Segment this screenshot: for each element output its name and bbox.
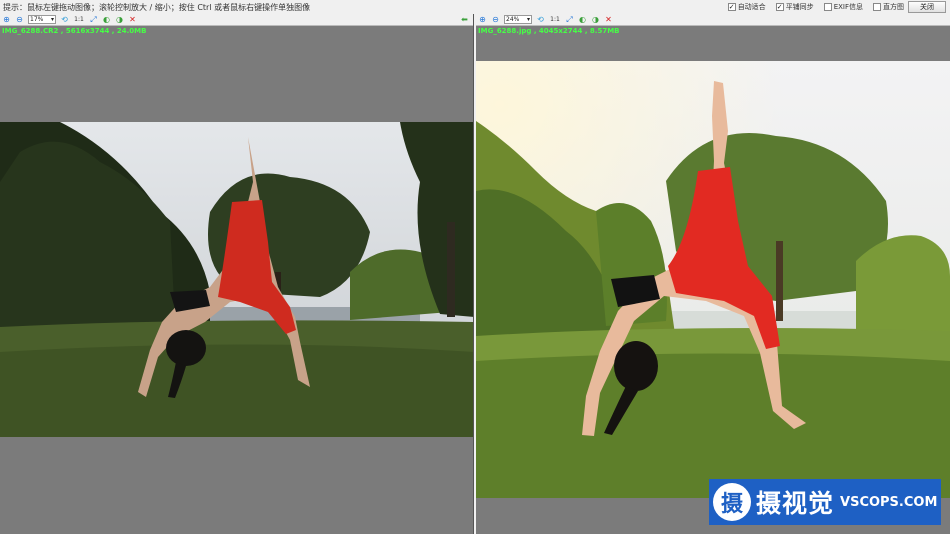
one-to-one-button[interactable]: 1:1 (73, 15, 85, 24)
watermark-name: 摄视觉 (756, 489, 835, 518)
watermark-site: VSCOPS.COM (840, 494, 938, 510)
right-toolbar: ⊕ ⊖ 24% ▾ ⟲ 1:1 ⤢ ◐ ◑ ✕ (476, 14, 950, 26)
chevron-down-icon: ▾ (50, 16, 54, 23)
fit-icon[interactable]: ⤢ (89, 15, 98, 24)
zoom-select[interactable]: 24% ▾ (504, 15, 532, 24)
prev-icon[interactable]: ◐ (578, 15, 587, 24)
rotate-icon[interactable]: ⟲ (60, 15, 69, 24)
hint-text: 提示：鼠标左键拖动图像；滚轮控制放大 / 缩小；按住 Ctrl 或者鼠标右键操作… (3, 2, 311, 12)
options-group: ✓ 自动适合 ✓ 平铺同步 EXIF信息 直方图 (727, 2, 904, 12)
checkbox-icon[interactable] (823, 3, 832, 11)
yoga-photo-edited (476, 61, 950, 498)
right-image-pane[interactable]: ⊕ ⊖ 24% ▾ ⟲ 1:1 ⤢ ◐ ◑ ✕ IMG_6288.jpg , 40… (476, 14, 950, 534)
left-toolbar: ⊕ ⊖ 17% ▾ ⟲ 1:1 ⤢ ◐ ◑ ✕ ⬅ (0, 14, 473, 26)
zoom-out-icon[interactable]: ⊖ (15, 15, 24, 24)
zoom-out-icon[interactable]: ⊖ (491, 15, 500, 24)
option-auto-fit[interactable]: ✓ 自动适合 (727, 2, 766, 12)
left-image-pane[interactable]: ⊕ ⊖ 17% ▾ ⟲ 1:1 ⤢ ◐ ◑ ✕ ⬅ IMG_6288.CR2 , … (0, 14, 474, 534)
watermark-logo: 摄 (713, 483, 751, 521)
chevron-down-icon: ▾ (526, 16, 530, 23)
left-photo[interactable] (0, 122, 473, 437)
option-histogram[interactable]: 直方图 (873, 2, 904, 12)
rotate-icon[interactable]: ⟲ (536, 15, 545, 24)
zoom-select[interactable]: 17% ▾ (28, 15, 56, 24)
hint-bar: 提示：鼠标左键拖动图像；滚轮控制放大 / 缩小；按住 Ctrl 或者鼠标右键操作… (0, 0, 950, 14)
delete-icon[interactable]: ✕ (604, 15, 613, 24)
zoom-in-icon[interactable]: ⊕ (478, 15, 487, 24)
right-file-info: IMG_6288.jpg , 4045x2744 , 8.57MB (478, 27, 620, 35)
delete-icon[interactable]: ✕ (128, 15, 137, 24)
image-compare-app: 提示：鼠标左键拖动图像；滚轮控制放大 / 缩小；按住 Ctrl 或者鼠标右键操作… (0, 0, 950, 534)
back-arrow-icon[interactable]: ⬅ (460, 15, 469, 24)
fit-icon[interactable]: ⤢ (565, 15, 574, 24)
yoga-photo-raw (0, 122, 473, 437)
zoom-in-icon[interactable]: ⊕ (2, 15, 11, 24)
next-icon[interactable]: ◑ (115, 15, 124, 24)
next-icon[interactable]: ◑ (591, 15, 600, 24)
prev-icon[interactable]: ◐ (102, 15, 111, 24)
watermark: 摄 摄视觉 VSCOPS.COM (709, 479, 941, 525)
option-sync[interactable]: ✓ 平铺同步 (775, 2, 814, 12)
checkbox-icon[interactable] (873, 3, 881, 11)
checkbox-icon[interactable]: ✓ (727, 3, 736, 11)
one-to-one-button[interactable]: 1:1 (549, 15, 561, 24)
checkbox-icon[interactable]: ✓ (775, 3, 784, 11)
option-exif[interactable]: EXIF信息 (823, 2, 863, 12)
left-file-info: IMG_6288.CR2 , 5616x3744 , 24.0MB (2, 27, 147, 35)
close-button[interactable]: 关闭 (908, 1, 946, 13)
right-photo[interactable] (476, 61, 950, 498)
